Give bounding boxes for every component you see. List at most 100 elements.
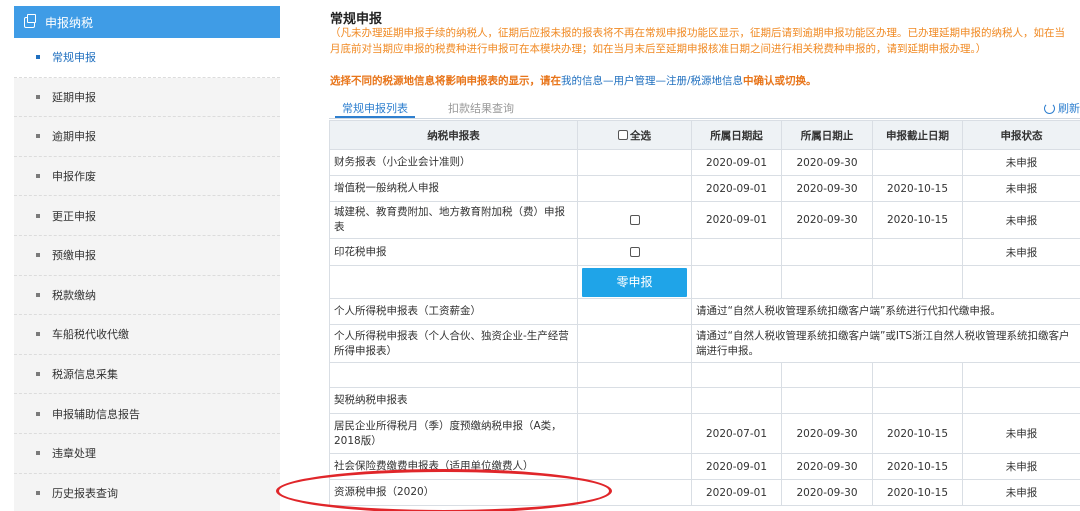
- page-title: 常规申报: [330, 12, 383, 27]
- sidebar-item-auxiliary-report[interactable]: 申报辅助信息报告: [14, 394, 280, 434]
- sidebar-item-label: 常规申报: [52, 51, 96, 65]
- select-all-label: 全选: [630, 129, 651, 142]
- bullet-icon: [36, 213, 40, 218]
- select-cell: [577, 238, 692, 266]
- status-cell: 未申报: [962, 201, 1080, 239]
- select-cell: [577, 149, 692, 176]
- period-start-cell: 2020-09-01: [691, 201, 782, 239]
- bullet-icon: [36, 490, 40, 495]
- table-row: 居民企业所得税月（季）度预缴纳税申报（A类，2018版） 2020-07-01 …: [329, 413, 1080, 454]
- sidebar-header-label: 申报纳税: [45, 15, 94, 30]
- deadline-cell: 2020-10-15: [872, 175, 963, 202]
- refresh-label: 刷新: [1058, 102, 1080, 115]
- form-name-cell[interactable]: 个人所得税申报表（个人合伙、独资企业-生产经营所得申报表）: [329, 324, 578, 363]
- status-cell: [962, 265, 1080, 299]
- table-row: 印花税申报 未申报: [329, 238, 1080, 266]
- sidebar-item-prepayment-filing[interactable]: 预缴申报: [14, 236, 280, 276]
- sidebar-item-violation-handling[interactable]: 违章处理: [14, 434, 280, 474]
- row-checkbox[interactable]: [629, 247, 640, 257]
- period-start-cell: [691, 265, 782, 299]
- refresh-button[interactable]: 刷新: [1044, 100, 1080, 116]
- status-cell: 未申报: [962, 479, 1080, 506]
- sidebar-header[interactable]: 申报纳税: [14, 6, 280, 38]
- sidebar-item-label: 车船税代收代缴: [52, 328, 129, 342]
- sidebar-item-correction-filing[interactable]: 更正申报: [14, 196, 280, 236]
- period-start-cell: [691, 362, 782, 388]
- select-cell: [577, 175, 692, 202]
- period-end-cell: [781, 387, 873, 414]
- sidebar-item-label: 逾期申报: [52, 130, 96, 144]
- form-name-cell[interactable]: 个人所得税申报表（工资薪金）: [329, 298, 578, 325]
- status-cell: 未申报: [962, 453, 1080, 480]
- refresh-icon: [1044, 103, 1055, 114]
- form-name-cell[interactable]: 契税纳税申报表: [329, 387, 578, 414]
- table-row: 资源税申报（2020） 2020-09-01 2020-09-30 2020-1…: [329, 479, 1080, 506]
- instruction-cell: 请通过“自然人税收管理系统扣缴客户端”或ITS浙江自然人税收管理系统扣缴客户端进…: [691, 324, 1080, 363]
- sidebar-item-tax-payment[interactable]: 税款缴纳: [14, 276, 280, 316]
- period-end-cell: 2020-09-30: [781, 201, 873, 239]
- period-end-cell: [781, 265, 873, 299]
- form-name-cell[interactable]: 城建税、教育费附加、地方教育附加税（费）申报表: [329, 201, 578, 239]
- form-name-cell[interactable]: 增值税一般纳税人申报: [329, 175, 578, 202]
- select-cell: [577, 453, 692, 480]
- period-start-cell: 2020-09-01: [691, 149, 782, 176]
- period-end-cell: [781, 362, 873, 388]
- bullet-icon: [36, 451, 40, 456]
- table-row: 契税纳税申报表: [329, 387, 1080, 414]
- sidebar-item-label: 违章处理: [52, 447, 96, 461]
- sidebar-menu: 常规申报 延期申报 逾期申报 申报作废 更正申报 预缴申报 税款缴纳 车船税代收…: [14, 38, 280, 511]
- sidebar-item-vehicle-tax[interactable]: 车船税代收代缴: [14, 315, 280, 355]
- zero-filing-cell: 零申报: [577, 265, 692, 299]
- period-start-cell: [691, 387, 782, 414]
- sidebar-item-label: 预缴申报: [52, 249, 96, 263]
- form-name-cell[interactable]: 社会保险费缴费申报表（适用单位缴费人）: [329, 453, 578, 480]
- sidebar-item-regular-filing[interactable]: 常规申报: [14, 38, 280, 78]
- copy-icon: [24, 13, 36, 28]
- form-name-cell[interactable]: 资源税申报（2020）: [329, 479, 578, 506]
- table-row: [329, 362, 1080, 388]
- instruction-cell: 请通过“自然人税收管理系统扣缴客户端”系统进行代扣代缴申报。: [691, 298, 1080, 325]
- sidebar-item-label: 税源信息采集: [52, 368, 118, 382]
- tax-source-warning: 选择不同的税源地信息将影响申报表的显示，请在我的信息—用户管理—注册/税源地信息…: [330, 74, 1070, 89]
- sidebar-item-overdue-filing[interactable]: 逾期申报: [14, 117, 280, 157]
- row-checkbox[interactable]: [629, 215, 640, 225]
- sidebar-item-history-query[interactable]: 历史报表查询: [14, 474, 280, 511]
- select-cell: [577, 362, 692, 388]
- table-row: 城建税、教育费附加、地方教育附加税（费）申报表 2020-09-01 2020-…: [329, 201, 1080, 239]
- bullet-icon: [36, 411, 40, 416]
- period-end-cell: 2020-09-30: [781, 413, 873, 454]
- sidebar-item-label: 延期申报: [52, 90, 96, 104]
- period-start-cell: 2020-09-01: [691, 175, 782, 202]
- select-cell: [577, 479, 692, 506]
- warning-suffix: 中确认或切换。: [743, 75, 817, 87]
- select-all-checkbox[interactable]: [618, 129, 628, 140]
- column-header-status: 申报状态: [962, 120, 1080, 150]
- table-row: 零申报: [329, 265, 1080, 299]
- form-name-cell[interactable]: 财务报表（小企业会计准则）: [329, 149, 578, 176]
- user-management-link[interactable]: 我的信息—用户管理—注册/税源地信息: [561, 75, 743, 87]
- period-start-cell: 2020-07-01: [691, 413, 782, 454]
- column-header-period-start: 所属日期起: [691, 120, 782, 150]
- status-cell: 未申报: [962, 238, 1080, 266]
- filing-table: 纳税申报表 全选 所属日期起 所属日期止 申报截止日期 申报状态 财务报表（小企…: [329, 120, 1080, 506]
- tab-deduction-result-query[interactable]: 扣款结果查询: [448, 100, 514, 116]
- sidebar-item-label: 历史报表查询: [52, 486, 118, 500]
- zero-filing-button[interactable]: 零申报: [582, 267, 687, 297]
- form-name-cell[interactable]: 印花税申报: [329, 238, 578, 266]
- period-end-cell: [781, 238, 873, 266]
- bullet-icon: [36, 174, 40, 179]
- deadline-cell: [872, 265, 963, 299]
- bullet-icon: [36, 55, 40, 60]
- column-header-select-all[interactable]: 全选: [577, 120, 692, 150]
- form-name-cell: [329, 265, 578, 299]
- deadline-cell: 2020-10-15: [872, 453, 963, 480]
- sidebar-item-void-filing[interactable]: 申报作废: [14, 157, 280, 197]
- sidebar-item-label: 更正申报: [52, 209, 96, 223]
- form-name-cell[interactable]: 居民企业所得税月（季）度预缴纳税申报（A类，2018版）: [329, 413, 578, 454]
- select-cell: [577, 413, 692, 454]
- sidebar-item-extension-filing[interactable]: 延期申报: [14, 78, 280, 118]
- tab-regular-filing-list[interactable]: 常规申报列表: [342, 100, 408, 116]
- warning-prefix: 选择不同的税源地信息将影响申报表的显示，请在: [330, 75, 561, 87]
- sidebar-item-tax-source-collection[interactable]: 税源信息采集: [14, 355, 280, 395]
- main-content: 常规申报 （凡未办理延期申报手续的纳税人，征期后应报未报的报表将不再在常规申报功…: [329, 0, 1080, 511]
